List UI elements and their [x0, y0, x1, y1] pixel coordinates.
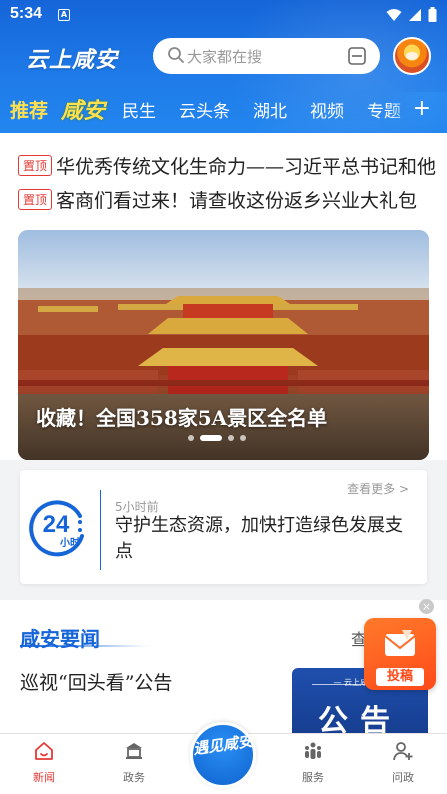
see-more-link[interactable]: 查看更多 > [347, 480, 409, 497]
pinned-title: 华优秀传统文化生命力——习近平总书记和他 [56, 155, 437, 178]
wifi-icon [386, 8, 402, 21]
nav-inquiry[interactable]: 问政 [373, 740, 433, 785]
status-icons [386, 7, 437, 22]
clock-24h-icon: 24 小时 [29, 500, 84, 557]
clock-24h-unit: 小时 [59, 536, 80, 549]
app-logo: 云上咸安 [26, 48, 119, 73]
pinned-badge: 置顶 [18, 188, 53, 210]
notification-a-icon: A [58, 9, 70, 21]
carousel-dot[interactable] [188, 435, 194, 441]
signal-icon [409, 8, 421, 21]
envelope-icon [384, 630, 416, 656]
nav-government[interactable]: 政务 [104, 740, 164, 785]
tab-xianan[interactable]: 咸安 [61, 93, 105, 125]
status-bar: 5:34 A [0, 0, 447, 30]
home-icon [35, 742, 53, 760]
government-icon [126, 743, 142, 759]
tabs-fade [387, 92, 447, 126]
battery-icon [428, 7, 437, 22]
nav-center-label: 遇见咸安 [192, 731, 254, 759]
tab-video[interactable]: 视频 [310, 97, 344, 122]
nav-government-label: 政务 [123, 771, 145, 784]
submit-label: 投稿 [376, 668, 424, 686]
submit-story-button[interactable]: 投稿 [364, 618, 436, 690]
tab-cloud-headlines[interactable]: 云头条 [179, 97, 230, 122]
scan-icon[interactable] [348, 47, 366, 65]
carousel-dot[interactable] [228, 435, 234, 441]
pinned-item[interactable]: 置顶 华优秀传统文化生命力——习近平总书记和他 [18, 153, 447, 177]
tab-livelihood[interactable]: 民生 [122, 97, 156, 122]
pinned-title: 客商们看过来！请查收这份返乡兴业大礼包 [56, 189, 418, 212]
add-user-icon [393, 742, 413, 761]
close-fab-icon[interactable]: × [419, 599, 434, 614]
nav-news[interactable]: 新闻 [14, 740, 74, 785]
search-input[interactable]: 大家都在搜 [153, 38, 380, 74]
pinned-item[interactable]: 置顶 客商们看过来！请查收这份返乡兴业大礼包 [18, 187, 447, 211]
channel-tabs: 推荐 咸安 民生 云头条 湖北 视频 专题 + [0, 92, 447, 126]
add-channel-icon[interactable]: + [413, 96, 431, 121]
news-title: 守护生态资源，加快打造绿色发展支点 [115, 515, 403, 562]
user-avatar[interactable] [393, 37, 431, 75]
tab-hubei[interactable]: 湖北 [253, 97, 287, 122]
section-title: 咸安要闻 [20, 627, 100, 651]
pinned-badge: 置顶 [18, 154, 53, 176]
bottom-nav: 新闻 政务 遇见咸安 服务 问政 [0, 722, 447, 794]
app-header: 5:34 A 云上咸安 大家都在搜 推荐 咸安 民生 云头条 湖北 视频 专题 … [0, 0, 447, 133]
tab-recommend[interactable]: 推荐 [10, 96, 48, 123]
news-24h-card[interactable]: 24 小时 查看更多 > 5小时前 守护生态资源，加快打造绿色发展支点 [20, 470, 427, 584]
article-title[interactable]: 巡视“回头看”公告 [20, 668, 172, 695]
search-placeholder: 大家都在搜 [187, 48, 263, 66]
tab-topics[interactable]: 专题 [367, 97, 401, 122]
carousel-dot-active[interactable] [200, 435, 222, 441]
section-underline [20, 645, 148, 647]
nav-news-label: 新闻 [33, 771, 55, 784]
nav-services[interactable]: 服务 [283, 740, 343, 785]
carousel-dots [188, 435, 246, 441]
people-icon [305, 742, 321, 759]
search-icon [168, 47, 184, 63]
banner-carousel[interactable]: 收藏！全国358家5A景区全名单 [18, 230, 429, 460]
nav-services-label: 服务 [302, 771, 324, 784]
nav-meet-xianan-button[interactable]: 遇见咸安 [190, 722, 256, 788]
nav-inquiry-label: 问政 [392, 771, 414, 784]
clock-24h-number: 24 [43, 511, 70, 538]
banner-caption: 收藏！全国358家5A景区全名单 [36, 406, 328, 430]
thumb-title: 公告 [318, 704, 402, 733]
status-time: 5:34 [10, 5, 43, 22]
carousel-dot[interactable] [240, 435, 246, 441]
card-divider [100, 490, 101, 570]
